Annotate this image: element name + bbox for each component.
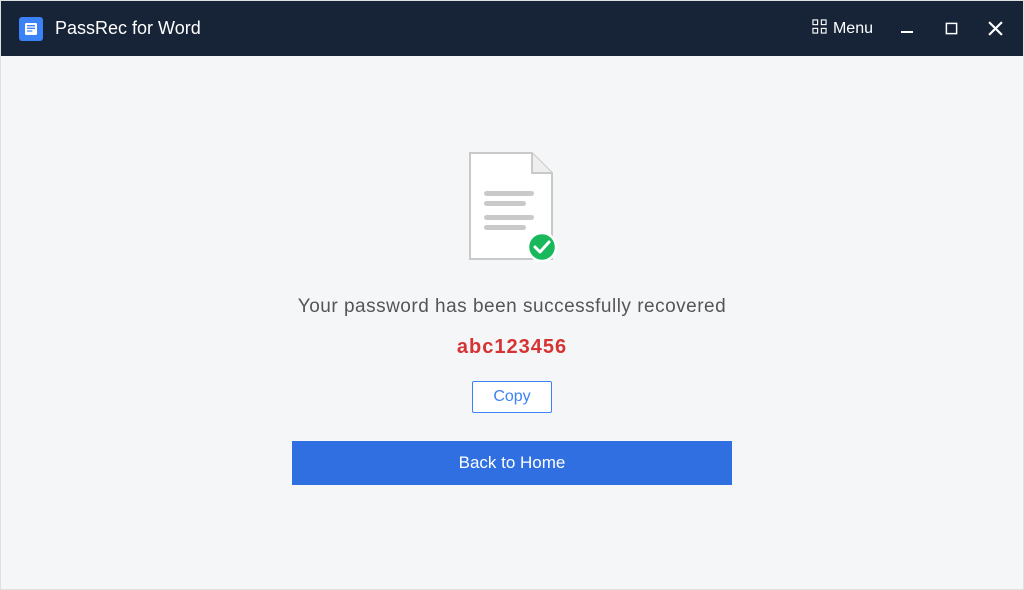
main-content: Your password has been successfully reco… (1, 56, 1023, 485)
copy-button[interactable]: Copy (472, 381, 551, 413)
menu-button[interactable]: Menu (812, 19, 873, 39)
titlebar: PassRec for Word Menu (1, 1, 1023, 56)
recovered-password: abc123456 (1, 336, 1023, 359)
title-controls: Menu (812, 19, 1005, 39)
minimize-button[interactable] (897, 19, 917, 39)
menu-grid-icon (812, 19, 827, 39)
close-button[interactable] (985, 19, 1005, 39)
document-success-icon (466, 151, 558, 268)
back-to-home-button[interactable]: Back to Home (292, 441, 732, 485)
success-message: Your password has been successfully reco… (1, 296, 1023, 318)
menu-label: Menu (833, 20, 873, 38)
app-window: PassRec for Word Menu (0, 0, 1024, 590)
app-logo-icon (19, 17, 43, 41)
app-title: PassRec for Word (55, 18, 812, 39)
maximize-button[interactable] (941, 19, 961, 39)
